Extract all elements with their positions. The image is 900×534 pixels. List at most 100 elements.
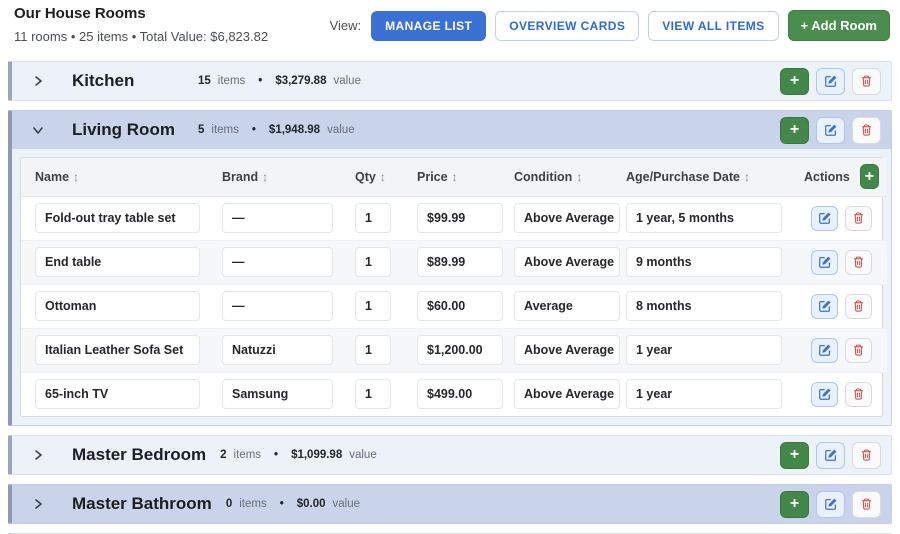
item-price-field[interactable]: $499.00 (417, 379, 503, 410)
add-item-button[interactable]: + (780, 116, 809, 144)
delete-item-button[interactable] (845, 381, 872, 407)
column-header-name[interactable]: Name ↕ (21, 158, 208, 197)
room-items-label: items (217, 75, 246, 87)
add-item-button[interactable]: + (780, 490, 809, 518)
item-name-field[interactable]: Ottoman (35, 291, 200, 321)
room-meta: 5 items • $1,948.98 value (198, 124, 355, 136)
room-header[interactable]: Living Room 5 items • $1,948.98 value + (12, 111, 891, 149)
add-room-button[interactable]: + Add Room (787, 10, 890, 41)
view-all-items-button[interactable]: VIEW ALL ITEMS (648, 10, 779, 41)
item-name-field[interactable]: 65-inch TV (35, 379, 200, 410)
delete-room-button[interactable] (852, 116, 881, 144)
item-age-field[interactable]: 8 months (626, 291, 782, 321)
room-header[interactable]: Kitchen 15 items • $3,279.88 value + (12, 62, 891, 100)
item-price-field[interactable]: $99.99 (417, 203, 503, 233)
item-condition-field[interactable]: Above Average (514, 379, 620, 410)
column-header-brand[interactable]: Brand ↕ (208, 158, 341, 197)
room-item-count: 2 (220, 449, 227, 461)
sort-icon[interactable]: ↕ (744, 170, 750, 184)
room-item-count: 5 (198, 124, 205, 136)
item-name-field[interactable]: Fold-out tray table set (35, 203, 200, 233)
item-brand-field[interactable]: — (222, 247, 333, 277)
edit-item-button[interactable] (811, 205, 838, 231)
column-header-qty[interactable]: Qty ↕ (341, 158, 403, 197)
item-price-field[interactable]: $1,200.00 (417, 335, 503, 365)
item-condition-field[interactable]: Above Average (514, 335, 620, 365)
item-qty-field[interactable]: 1 (355, 291, 391, 321)
column-header-actions: Actions + (790, 158, 887, 197)
delete-room-button[interactable] (852, 67, 881, 95)
delete-item-button[interactable] (845, 337, 872, 363)
add-item-button[interactable]: + (780, 67, 809, 95)
room-name[interactable]: Master Bathroom (72, 494, 212, 514)
manage-list-button[interactable]: MANAGE LIST (371, 10, 487, 41)
room-meta: 0 items • $0.00 value (226, 498, 360, 510)
trash-icon (860, 497, 873, 511)
item-brand-field[interactable]: — (222, 291, 333, 321)
room-items-label: items (211, 124, 239, 136)
add-item-button[interactable]: + (780, 441, 809, 469)
page-title: Our House Rooms (14, 5, 146, 22)
header-text-block: Our House Rooms 11 rooms • 25 items • To… (14, 5, 268, 44)
sort-icon[interactable]: ↕ (380, 170, 386, 184)
room-name[interactable]: Master Bedroom (72, 445, 206, 465)
edit-room-button[interactable] (816, 116, 845, 144)
item-brand-field[interactable]: Natuzzi (222, 335, 333, 365)
item-condition-field[interactable]: Above Average (514, 203, 620, 233)
chevron-down-icon[interactable] (30, 122, 46, 138)
room-value: $0.00 (296, 498, 326, 510)
room-name[interactable]: Living Room (72, 120, 184, 140)
delete-room-button[interactable] (852, 441, 881, 469)
edit-room-button[interactable] (816, 67, 845, 95)
item-qty-field[interactable]: 1 (355, 335, 391, 365)
sort-icon[interactable]: ↕ (262, 170, 268, 184)
item-age-field[interactable]: 1 year (626, 379, 782, 410)
column-header-age[interactable]: Age/Purchase Date ↕ (612, 158, 790, 197)
room-items-label: items (239, 498, 267, 510)
column-label: Brand (222, 169, 259, 184)
room-value: $1,948.98 (268, 124, 321, 136)
room-value-label: value (332, 498, 361, 510)
sort-icon[interactable]: ↕ (576, 170, 582, 184)
item-age-field[interactable]: 9 months (626, 247, 782, 277)
item-age-field[interactable]: 1 year (626, 335, 782, 365)
overview-cards-button[interactable]: OVERVIEW CARDS (495, 10, 640, 41)
chevron-right-icon[interactable] (30, 496, 46, 512)
item-name-field[interactable]: Italian Leather Sofa Set (35, 335, 200, 365)
item-price-field[interactable]: $89.99 (417, 247, 503, 277)
item-condition-field[interactable]: Average (514, 291, 620, 321)
item-qty-field[interactable]: 1 (355, 379, 391, 410)
pencil-square-icon (818, 387, 832, 401)
delete-item-button[interactable] (845, 293, 872, 319)
edit-item-button[interactable] (811, 249, 838, 275)
chevron-right-icon[interactable] (30, 447, 46, 463)
item-age-field[interactable]: 1 year, 5 months (626, 203, 782, 233)
chevron-right-icon[interactable] (30, 73, 46, 89)
edit-item-button[interactable] (811, 337, 838, 363)
item-qty-field[interactable]: 1 (355, 247, 391, 277)
edit-room-button[interactable] (816, 490, 845, 518)
room-header[interactable]: Master Bathroom 0 items • $0.00 value + (12, 485, 891, 523)
view-label: View: (329, 18, 362, 33)
item-brand-field[interactable]: — (222, 203, 333, 233)
sort-icon[interactable]: ↕ (452, 170, 458, 184)
item-name-field[interactable]: End table (35, 247, 200, 277)
item-brand-field[interactable]: Samsung (222, 379, 333, 410)
room-name[interactable]: Kitchen (72, 71, 184, 91)
room-header[interactable]: Master Bedroom 2 items • $1,099.98 value… (12, 436, 891, 474)
sort-icon[interactable]: ↕ (73, 170, 79, 184)
delete-item-button[interactable] (845, 249, 872, 275)
add-item-button[interactable]: + (859, 164, 879, 190)
edit-room-button[interactable] (816, 441, 845, 469)
item-price-field[interactable]: $60.00 (417, 291, 503, 321)
item-qty-field[interactable]: 1 (355, 203, 391, 233)
edit-item-button[interactable] (811, 381, 838, 407)
column-header-condition[interactable]: Condition ↕ (500, 158, 612, 197)
delete-item-button[interactable] (845, 205, 872, 231)
room-value-label: value (327, 124, 355, 136)
item-condition-field[interactable]: Above Average (514, 247, 620, 277)
column-header-price[interactable]: Price ↕ (403, 158, 500, 197)
delete-room-button[interactable] (852, 490, 881, 518)
edit-item-button[interactable] (811, 293, 838, 319)
table-row: Italian Leather Sofa Set Natuzzi 1 $1,20… (21, 328, 887, 373)
